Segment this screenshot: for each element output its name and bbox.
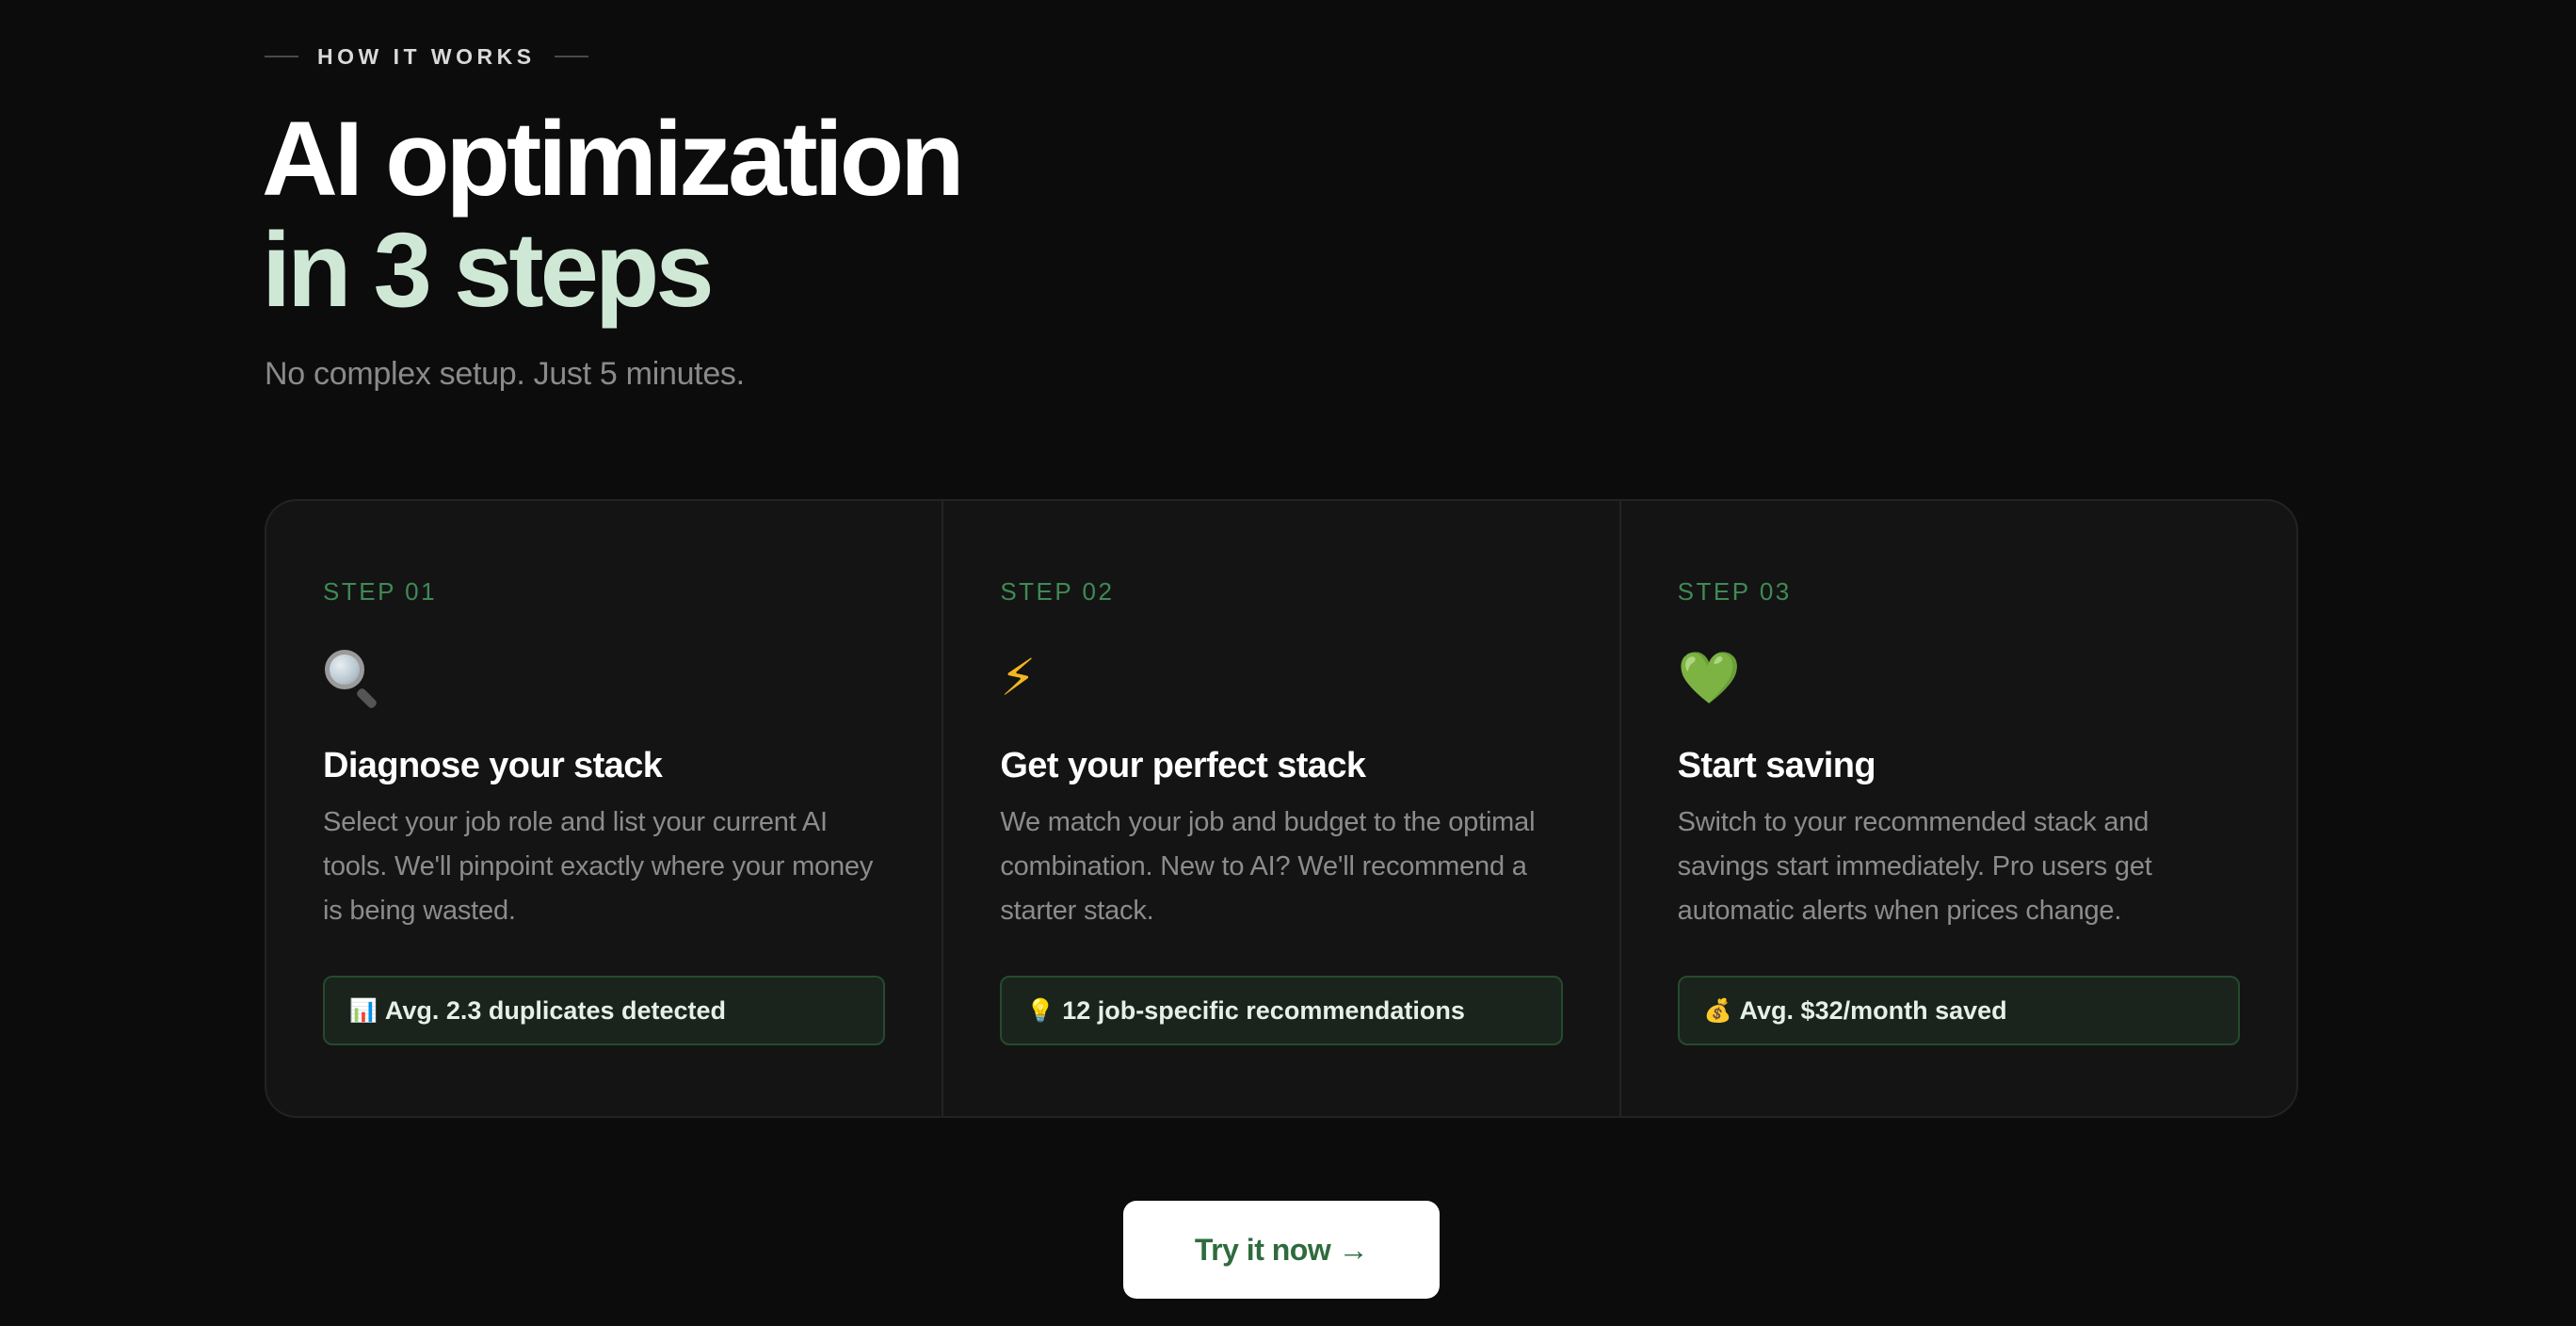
step-number: STEP 02 — [1000, 577, 1115, 606]
lightning-icon: ⚡ — [1000, 650, 1037, 706]
section-eyebrow: HOW IT WORKS — [265, 41, 588, 72]
try-it-now-button[interactable]: Try it now → — [1123, 1201, 1440, 1299]
step-title: Get your perfect stack — [1000, 746, 1366, 785]
badge-text: Avg. 2.3 duplicates detected — [384, 995, 727, 1025]
step-card-2: STEP 02 ⚡ Get your perfect stack We matc… — [942, 501, 1618, 1116]
step-title: Diagnose your stack — [323, 746, 663, 785]
step-number: STEP 03 — [1677, 577, 1792, 606]
green-heart-icon: 💚 — [1677, 650, 1741, 706]
section-title-line1: AI optimization — [262, 100, 965, 218]
step-description: We match your job and budget to the opti… — [1000, 807, 1536, 926]
how-it-works-section: HOW IT WORKS AI optimization in 3 steps … — [0, 0, 2576, 1326]
section-title-line2: in 3 steps — [262, 211, 715, 329]
eyebrow-rule-right — [554, 56, 588, 57]
badge-text: 12 job-specific recommendations — [1062, 995, 1465, 1025]
money-bag-icon: 💰 — [1703, 997, 1732, 1024]
step-title: Start saving — [1677, 746, 1876, 785]
eyebrow-rule-left — [265, 56, 298, 57]
step-description: Switch to your recommended stack and sav… — [1677, 807, 2152, 926]
step-stat-badge: 💰 Avg. $32/month saved — [1677, 976, 2240, 1045]
step-description: Select your job role and list your curre… — [323, 807, 874, 926]
step-card-3: STEP 03 💚 Start saving Switch to your re… — [1618, 501, 2296, 1116]
magnifier-icon — [323, 648, 885, 710]
steps-card: STEP 01 Diagnose your stack Select your … — [265, 499, 2298, 1118]
step-stat-badge: 💡 12 job-specific recommendations — [1000, 976, 1563, 1045]
step-stat-badge: 📊 Avg. 2.3 duplicates detected — [323, 976, 886, 1045]
step-card-1: STEP 01 Diagnose your stack Select your … — [266, 501, 942, 1116]
step-number: STEP 01 — [323, 577, 438, 606]
badge-text: Avg. $32/month saved — [1739, 995, 2007, 1025]
eyebrow-label: HOW IT WORKS — [317, 43, 536, 69]
section-subtitle: No complex setup. Just 5 minutes. — [265, 356, 745, 392]
light-bulb-icon: 💡 — [1026, 997, 1055, 1024]
section-title: AI optimization in 3 steps — [262, 100, 965, 329]
bar-chart-icon: 📊 — [349, 997, 378, 1024]
